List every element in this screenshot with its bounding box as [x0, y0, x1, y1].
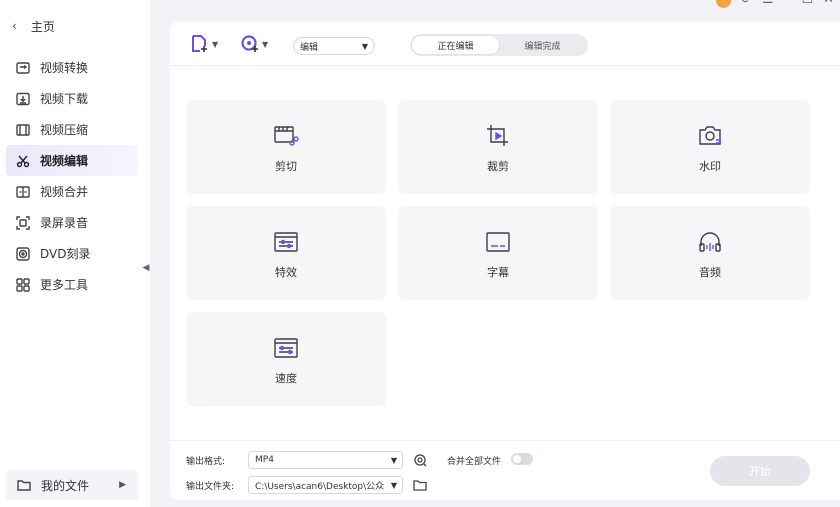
- sidebar-item-label: 视频压缩: [40, 123, 89, 137]
- sync-icon[interactable]: ⟳: [741, 0, 752, 8]
- output-format-select[interactable]: MP4 ▼: [248, 451, 403, 469]
- sidebar-item-screen-record[interactable]: 录屏录音: [6, 207, 138, 238]
- home-link[interactable]: ‹ 主页: [12, 16, 55, 36]
- cut-icon: [273, 124, 299, 148]
- sidebar-item-video-compress[interactable]: 视频压缩: [6, 114, 138, 145]
- my-files-label: 我的文件: [41, 478, 90, 493]
- open-folder-icon[interactable]: [413, 478, 427, 492]
- tool-label: 裁剪: [487, 160, 509, 173]
- tool-card-speed[interactable]: 速度: [186, 312, 386, 406]
- tool-label: 速度: [275, 372, 297, 385]
- avatar[interactable]: [716, 0, 732, 8]
- add-media-button[interactable]: ▼: [240, 34, 268, 54]
- my-files-button[interactable]: 我的文件 ▶: [6, 470, 138, 500]
- add-media-icon: [241, 35, 258, 52]
- headphones-icon: [697, 230, 723, 254]
- chevron-down-icon: ▼: [390, 455, 397, 465]
- sidebar-item-video-edit[interactable]: 视频编辑: [6, 145, 138, 176]
- watermark-icon: [697, 124, 723, 148]
- mode-select[interactable]: 编辑 ▼: [293, 37, 375, 55]
- toolbar: ▼ ▼ 编辑 ▼ 正在编辑 编辑完成: [170, 22, 840, 66]
- main-panel: ▼ ▼ 编辑 ▼ 正在编辑 编辑完成 剪切 裁剪 水印 特效 字幕 音频 速度 …: [170, 22, 840, 500]
- sidebar: ‹ 主页 视频转换 视频下载 视频压缩 视频编辑 视频合并 录屏录音 DVD刻录…: [0, 0, 150, 507]
- grid-icon: [15, 277, 31, 293]
- add-file-button[interactable]: ▼: [190, 34, 218, 54]
- sidebar-item-video-merge[interactable]: 视频合并: [6, 176, 138, 207]
- crop-icon: [485, 124, 511, 148]
- disc-icon: [15, 246, 31, 262]
- speed-icon: [273, 336, 299, 360]
- tab-edit-complete[interactable]: 编辑完成: [499, 36, 586, 54]
- minimize-icon[interactable]: ─: [784, 0, 792, 8]
- tool-label: 音频: [699, 266, 721, 279]
- add-file-icon: [192, 35, 207, 52]
- sidebar-item-label: 更多工具: [40, 278, 89, 292]
- sidebar-item-label: 视频编辑: [40, 154, 89, 168]
- scissors-icon: [15, 153, 31, 169]
- subtitle-icon: [485, 230, 511, 254]
- window-controls: ⟳ ☰ ─ ☐ ✕: [716, 0, 840, 8]
- tool-label: 水印: [699, 160, 721, 173]
- chevron-down-icon: ▼: [390, 480, 397, 490]
- settings-icon[interactable]: [413, 453, 427, 467]
- sidebar-item-video-convert[interactable]: 视频转换: [6, 52, 138, 83]
- maximize-icon[interactable]: ☐: [801, 0, 813, 8]
- start-button[interactable]: 开始: [710, 456, 810, 486]
- sidebar-item-dvd-burn[interactable]: DVD刻录: [6, 238, 138, 269]
- tool-card-effects[interactable]: 特效: [186, 206, 386, 300]
- output-bar: 输出格式: MP4 ▼ 合并全部文件 输出文件夹: C:\Users\acan6…: [170, 440, 840, 500]
- tool-card-crop[interactable]: 裁剪: [398, 100, 598, 194]
- chevron-down-icon: ▼: [262, 39, 269, 49]
- compress-icon: [15, 122, 31, 138]
- output-folder-label: 输出文件夹:: [186, 482, 235, 492]
- sidebar-nav: 视频转换 视频下载 视频压缩 视频编辑 视频合并 录屏录音 DVD刻录 更多工具: [6, 52, 138, 300]
- tool-card-cut[interactable]: 剪切: [186, 100, 386, 194]
- record-icon: [15, 215, 31, 231]
- output-folder-select[interactable]: C:\Users\acan6\Desktop\公众 ▼: [248, 476, 403, 494]
- tool-label: 剪切: [275, 160, 297, 173]
- collapse-sidebar-button[interactable]: ◀: [141, 260, 151, 276]
- home-label: 主页: [30, 19, 55, 34]
- sidebar-item-more-tools[interactable]: 更多工具: [6, 269, 138, 300]
- output-format-label: 输出格式:: [186, 457, 226, 467]
- convert-icon: [15, 60, 31, 76]
- folder-icon: [17, 480, 31, 491]
- effects-icon: [273, 230, 299, 254]
- sidebar-item-label: 视频转换: [40, 61, 89, 75]
- caret-right-icon: ▶: [119, 480, 126, 490]
- tool-label: 特效: [275, 266, 297, 279]
- sidebar-item-label: 视频下载: [40, 92, 89, 106]
- chevron-down-icon: ▼: [361, 41, 368, 51]
- menu-icon[interactable]: ☰: [762, 0, 774, 8]
- status-tabs: 正在编辑 编辑完成: [410, 34, 588, 56]
- mode-select-value: 编辑: [300, 42, 319, 53]
- sidebar-item-label: 录屏录音: [40, 216, 89, 230]
- tool-card-watermark[interactable]: 水印: [610, 100, 810, 194]
- sidebar-item-video-download[interactable]: 视频下载: [6, 83, 138, 114]
- merge-icon: [15, 184, 31, 200]
- chevron-down-icon: ▼: [212, 39, 219, 49]
- tool-card-subtitle[interactable]: 字幕: [398, 206, 598, 300]
- close-icon[interactable]: ✕: [823, 0, 834, 8]
- output-folder-value: C:\Users\acan6\Desktop\公众: [255, 481, 385, 492]
- download-icon: [15, 91, 31, 107]
- tab-editing[interactable]: 正在编辑: [412, 36, 499, 54]
- sidebar-item-label: DVD刻录: [40, 247, 91, 261]
- output-format-value: MP4: [255, 455, 274, 465]
- tool-label: 字幕: [487, 266, 509, 279]
- merge-all-label: 合并全部文件: [447, 457, 502, 467]
- chevron-left-icon: ‹: [12, 19, 17, 33]
- sidebar-item-label: 视频合并: [40, 185, 89, 199]
- merge-all-toggle[interactable]: [511, 453, 533, 465]
- tool-card-audio[interactable]: 音频: [610, 206, 810, 300]
